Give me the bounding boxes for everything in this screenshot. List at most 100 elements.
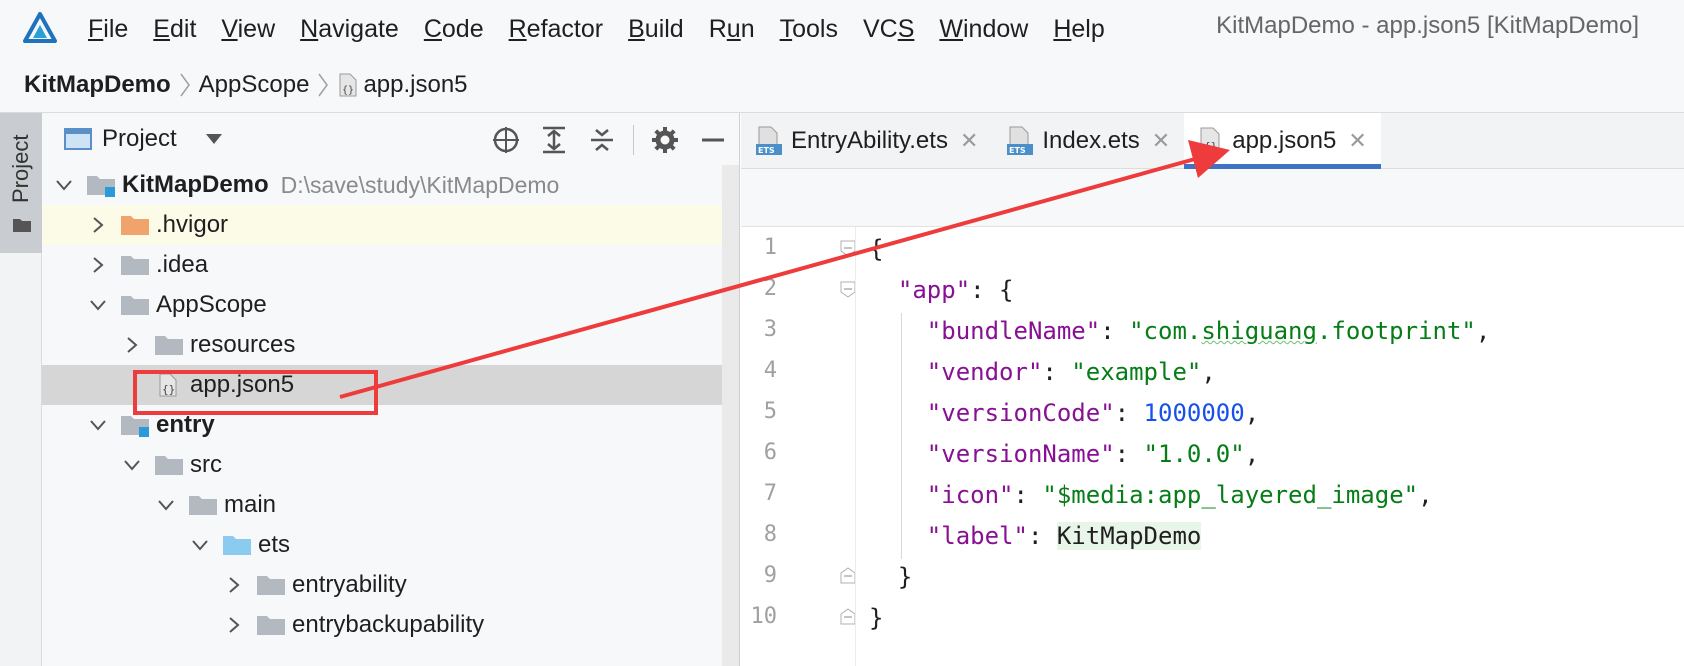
folder-icon: [189, 496, 217, 515]
locate-file-button[interactable]: [489, 123, 523, 157]
menu-edit[interactable]: Edit: [153, 15, 196, 44]
line-number: 10: [750, 604, 778, 629]
menu-help[interactable]: Help: [1053, 15, 1104, 44]
menu-code[interactable]: Code: [424, 15, 484, 44]
code-line: "vendor": "example",: [869, 350, 1216, 394]
code-token: ,: [1201, 358, 1216, 386]
chevron-down-icon[interactable]: [88, 295, 108, 315]
editor-tab-index-ets[interactable]: ETS Index.ets ✕: [992, 113, 1184, 169]
tree-item-src[interactable]: src: [42, 445, 722, 485]
breadcrumb-separator-icon: [318, 73, 329, 97]
tree-item-label: entry: [156, 411, 215, 438]
code-token: KitMapDemo: [1056, 522, 1202, 550]
code-token: :: [1114, 440, 1144, 468]
code-token: {: [869, 235, 884, 263]
close-icon[interactable]: ✕: [1152, 128, 1170, 154]
code-token: "icon": [926, 481, 1014, 509]
breadcrumb-item-file[interactable]: app.json5: [363, 71, 467, 99]
expand-all-icon: [543, 126, 565, 154]
hide-panel-button[interactable]: [696, 123, 730, 157]
settings-button[interactable]: [648, 123, 682, 157]
folder-icon: [121, 296, 149, 315]
crosshair-icon: [493, 127, 519, 153]
tree-item-kitmapdemo[interactable]: KitMapDemo D:\save\study\KitMapDemo: [42, 165, 722, 205]
collapse-all-button[interactable]: [585, 123, 619, 157]
tree-item-label: entryability: [292, 571, 407, 598]
expand-all-button[interactable]: [537, 123, 571, 157]
chevron-down-icon[interactable]: [122, 455, 142, 475]
chevron-down-icon[interactable]: [88, 415, 108, 435]
code-line: {: [869, 227, 883, 271]
chevron-down-icon[interactable]: [190, 535, 210, 555]
project-scrollbar[interactable]: [722, 165, 739, 666]
tree-item-resources[interactable]: resources: [42, 325, 722, 365]
code-token: ,: [1475, 317, 1491, 345]
chevron-right-icon[interactable]: [122, 335, 142, 355]
project-tool-tab-label: Project: [8, 134, 33, 203]
tree-item-ets[interactable]: ets: [42, 525, 722, 565]
code-line: "icon": "$media:app_layered_image",: [869, 473, 1433, 517]
editor-tab-app-json5[interactable]: {} app.json5 ✕: [1184, 113, 1381, 169]
code-token: }: [869, 604, 884, 632]
tree-item-entryability[interactable]: entryability: [42, 565, 722, 605]
menu-vcs[interactable]: VCS: [863, 15, 914, 44]
folder-icon: [13, 219, 31, 232]
folder-icon: [257, 616, 285, 635]
chevron-right-icon[interactable]: [88, 255, 108, 275]
menu-tools[interactable]: Tools: [780, 15, 838, 44]
code-token: "bundleName": [926, 317, 1101, 345]
code-token: "1.0.0": [1143, 440, 1245, 468]
code-line: }: [869, 596, 883, 640]
tree-item-entrybackupability[interactable]: entrybackupability: [42, 605, 722, 645]
code-token: ,: [1244, 399, 1260, 427]
gutter-divider: [855, 227, 856, 666]
line-number-gutter: 1 2 3 4 5 6 7 8 9 10: [741, 227, 861, 666]
close-icon[interactable]: ✕: [1348, 128, 1366, 154]
code-area[interactable]: { "app": { "bundleName": "com. shiguang .f…: [869, 227, 1684, 666]
svg-text:{}: {}: [342, 85, 354, 96]
folder-icon: [121, 216, 149, 235]
breadcrumb-item-project[interactable]: KitMapDemo: [24, 71, 171, 99]
minimize-icon: [702, 138, 724, 142]
menu-refactor[interactable]: Refactor: [509, 15, 604, 44]
tree-item-label: ets: [258, 531, 291, 558]
code-token: "com.: [1129, 317, 1202, 345]
tree-item-appscope[interactable]: AppScope: [42, 285, 722, 325]
toolbar-divider: [633, 125, 634, 155]
menu-window[interactable]: Window: [939, 15, 1028, 44]
chevron-down-icon[interactable]: [156, 495, 176, 515]
editor: ETS EntryAbility.ets ✕ ETS Index.ets ✕ {} app.j…: [741, 113, 1684, 666]
code-token: 1000000: [1143, 399, 1245, 427]
chevron-right-icon[interactable]: [88, 215, 108, 235]
chevron-right-icon[interactable]: [224, 615, 244, 635]
project-panel-title[interactable]: Project: [102, 125, 177, 153]
menu-navigate[interactable]: Navigate: [300, 15, 399, 44]
code-token: :: [1100, 317, 1130, 345]
menu-run[interactable]: Run: [709, 15, 755, 44]
menu-view[interactable]: View: [221, 15, 275, 44]
code-token: .footprint": [1316, 317, 1476, 345]
chevron-right-icon[interactable]: [224, 575, 244, 595]
project-tool-tab[interactable]: Project: [0, 113, 42, 253]
tree-item-label: .idea: [156, 251, 209, 278]
tree-item-label: KitMapDemo: [122, 171, 269, 198]
code-line: "versionCode": 1000000,: [869, 391, 1259, 435]
close-icon[interactable]: ✕: [960, 128, 978, 154]
breadcrumb-item-appscope[interactable]: AppScope: [199, 71, 310, 99]
menu-bar: File Edit View Navigate Code Refactor Build Run…: [0, 0, 1684, 58]
code-line: "app": {: [869, 268, 1014, 312]
menu-build[interactable]: Build: [628, 15, 684, 44]
code-token: ,: [1418, 481, 1433, 509]
menu-file[interactable]: File: [88, 15, 128, 44]
dropdown-arrow-icon[interactable]: [205, 133, 223, 145]
tree-item-idea[interactable]: .idea: [42, 245, 722, 285]
tree-item-main[interactable]: main: [42, 485, 722, 525]
line-number: 8: [763, 522, 777, 547]
editor-tab-entryability-ets[interactable]: ETS EntryAbility.ets ✕: [741, 113, 992, 169]
chevron-down-icon[interactable]: [54, 175, 74, 195]
tree-item-hvigor[interactable]: .hvigor: [42, 205, 722, 245]
